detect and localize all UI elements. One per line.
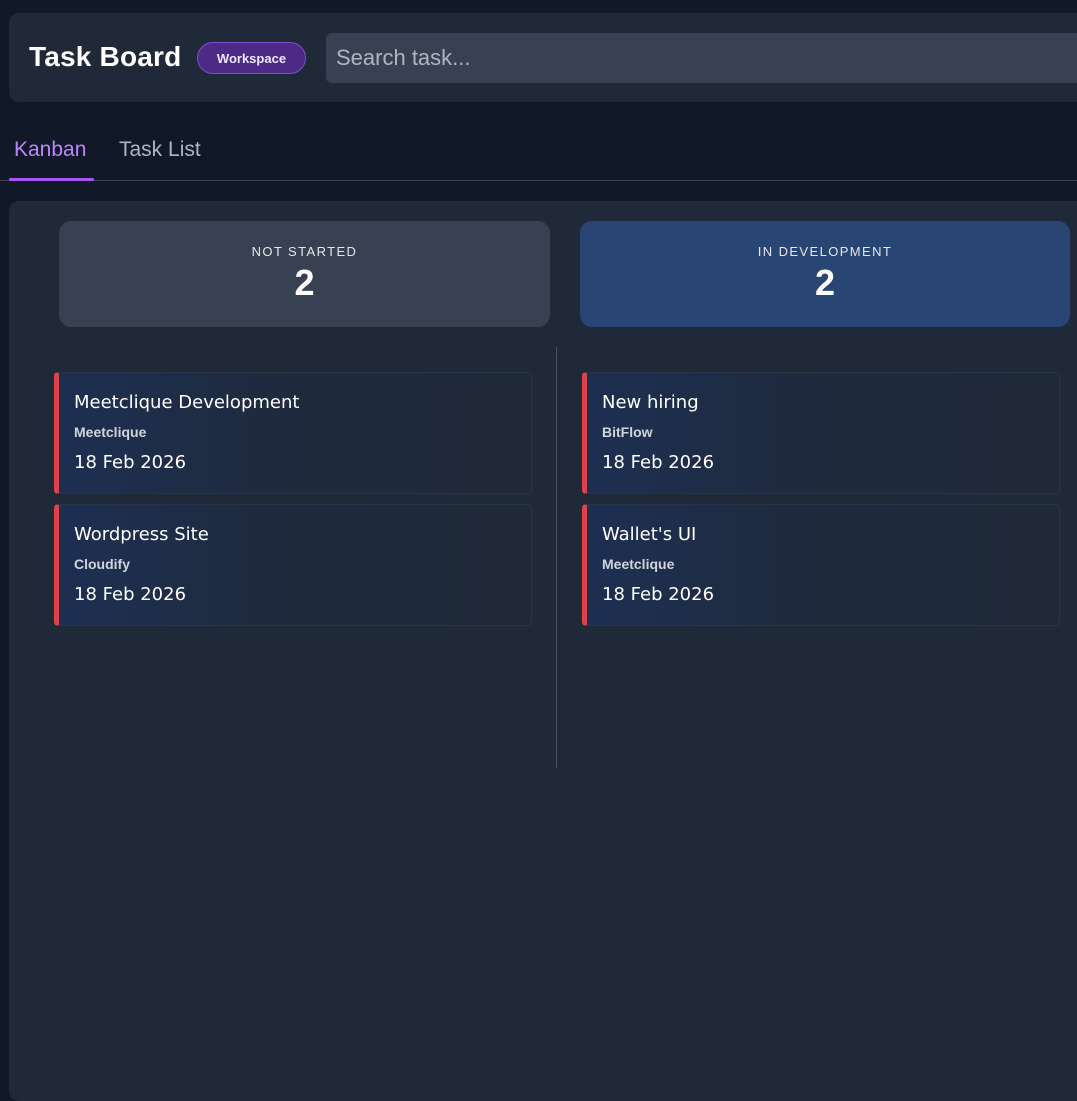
task-title: Wallet's UI <box>602 524 697 545</box>
task-company: Meetclique <box>602 556 675 572</box>
task-title: Wordpress Site <box>74 524 209 545</box>
task-card[interactable]: Wordpress Site Cloudify 18 Feb 2026 <box>54 504 532 626</box>
workspace-badge[interactable]: Workspace <box>197 42 306 74</box>
task-company: BitFlow <box>602 424 653 440</box>
status-not-started: NOT STARTED 2 <box>59 221 550 327</box>
app-title: Task Board <box>29 41 182 72</box>
kanban-board: NOT STARTED 2 IN DEVELOPMENT 2 Meetcliqu… <box>9 201 1077 1101</box>
task-date: 18 Feb 2026 <box>74 584 187 605</box>
task-date: 18 Feb 2026 <box>602 584 715 605</box>
view-tabs: Kanban Task List <box>0 120 1077 181</box>
status-label: NOT STARTED <box>251 244 358 259</box>
tab-task-list[interactable]: Task List <box>114 120 206 180</box>
tab-kanban[interactable]: Kanban <box>9 120 94 181</box>
search-input[interactable] <box>326 33 1077 83</box>
status-count: 2 <box>814 262 836 303</box>
task-date: 18 Feb 2026 <box>602 452 715 473</box>
task-date: 18 Feb 2026 <box>74 452 187 473</box>
task-title: New hiring <box>602 392 699 413</box>
task-card[interactable]: New hiring BitFlow 18 Feb 2026 <box>582 372 1060 494</box>
status-label: IN DEVELOPMENT <box>757 244 893 259</box>
task-title: Meetclique Development <box>74 392 300 413</box>
task-company: Meetclique <box>74 424 147 440</box>
task-company: Cloudify <box>74 556 130 572</box>
status-in-development: IN DEVELOPMENT 2 <box>580 221 1070 327</box>
app-header: Task Board Workspace <box>9 13 1077 102</box>
top-strip <box>0 0 1077 12</box>
status-count: 2 <box>294 262 315 303</box>
column-divider <box>556 347 557 768</box>
task-card[interactable]: Meetclique Development Meetclique 18 Feb… <box>54 372 532 494</box>
task-card[interactable]: Wallet's UI Meetclique 18 Feb 2026 <box>582 504 1060 626</box>
